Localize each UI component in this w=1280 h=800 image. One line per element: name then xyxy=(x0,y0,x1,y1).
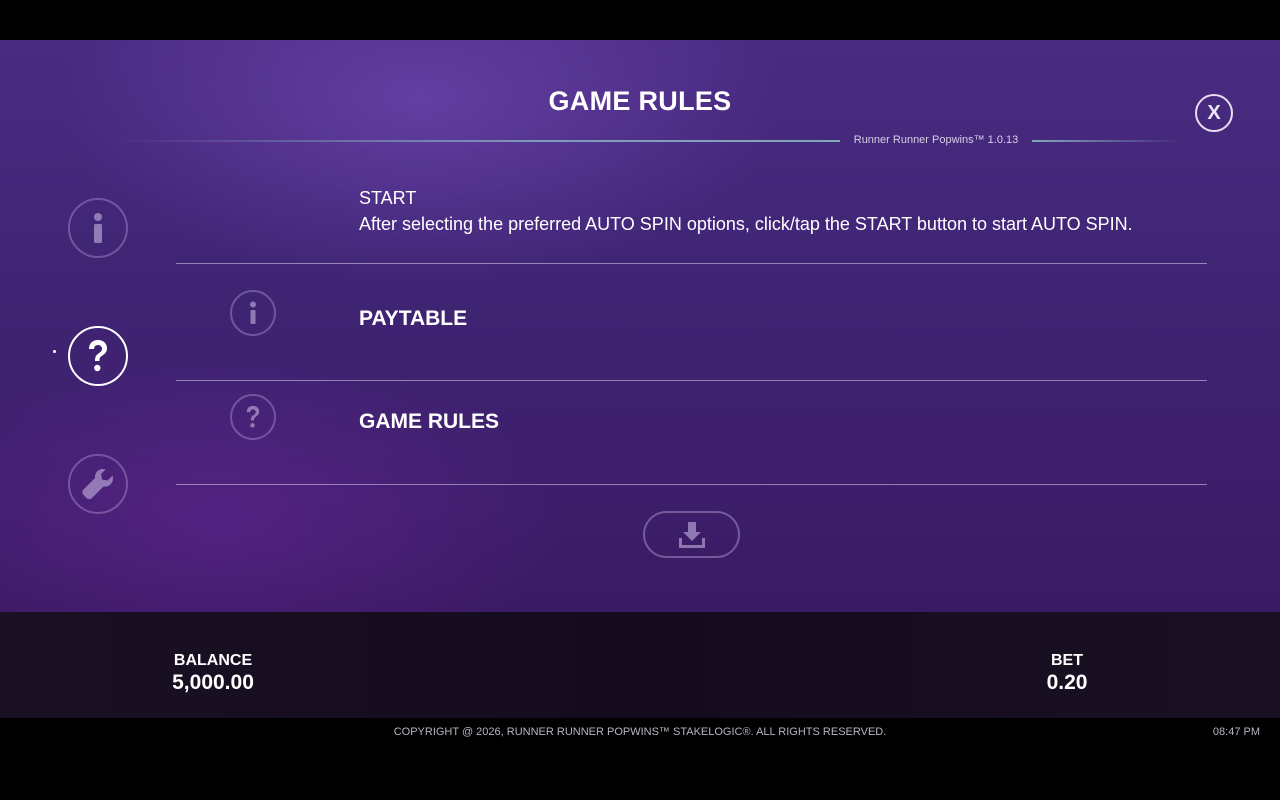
paytable-row-icon-wrap[interactable] xyxy=(230,290,276,336)
download-button[interactable] xyxy=(643,511,740,558)
page-title: GAME RULES xyxy=(548,86,732,116)
bet-label: BET xyxy=(1051,652,1083,669)
wrench-icon xyxy=(82,469,113,500)
balance-value: 5,000.00 xyxy=(172,671,254,694)
sidebar-item-settings[interactable] xyxy=(68,454,128,514)
balance-label: BALANCE xyxy=(173,652,253,669)
active-marker xyxy=(53,350,56,353)
close-button[interactable]: X xyxy=(1195,94,1233,132)
question-icon xyxy=(89,340,107,372)
download-icon xyxy=(678,521,705,548)
game-rules-panel: GAME RULES Runner Runner Popwins™ 1.0.13… xyxy=(0,40,1280,612)
clock: 08:47 PM xyxy=(1212,726,1260,738)
status-bar: BALANCE 5,000.00 BET 0.20 xyxy=(0,612,1280,718)
game-version: Runner Runner Popwins™ 1.0.13 xyxy=(853,134,1019,146)
copyright-text: COPYRIGHT @ 2026, RUNNER RUNNER POPWINS™… xyxy=(393,726,887,738)
footer: COPYRIGHT @ 2026, RUNNER RUNNER POPWINS™… xyxy=(0,718,1280,800)
start-heading: START xyxy=(359,188,417,208)
game-rules-link[interactable]: GAME RULES xyxy=(359,410,499,434)
row-divider xyxy=(176,380,1207,381)
info-icon xyxy=(250,301,256,324)
top-black-bar xyxy=(0,0,1280,40)
bet-value: 0.20 xyxy=(1046,671,1088,694)
row-divider xyxy=(176,263,1207,264)
close-icon: X xyxy=(1207,101,1221,124)
row-divider xyxy=(176,484,1207,485)
balance-display: BALANCE 5,000.00 xyxy=(153,652,273,695)
start-description: After selecting the preferred AUTO SPIN … xyxy=(359,214,1133,234)
title-divider-right xyxy=(1032,140,1182,142)
title-divider-left xyxy=(110,140,840,142)
question-icon xyxy=(246,405,260,428)
info-icon xyxy=(94,213,102,243)
game-rules-row-icon-wrap[interactable] xyxy=(230,394,276,440)
paytable-link[interactable]: PAYTABLE xyxy=(359,307,467,331)
sidebar-item-game-rules[interactable] xyxy=(68,326,128,386)
bet-display: BET 0.20 xyxy=(1027,652,1107,695)
sidebar-item-info[interactable] xyxy=(68,198,128,258)
